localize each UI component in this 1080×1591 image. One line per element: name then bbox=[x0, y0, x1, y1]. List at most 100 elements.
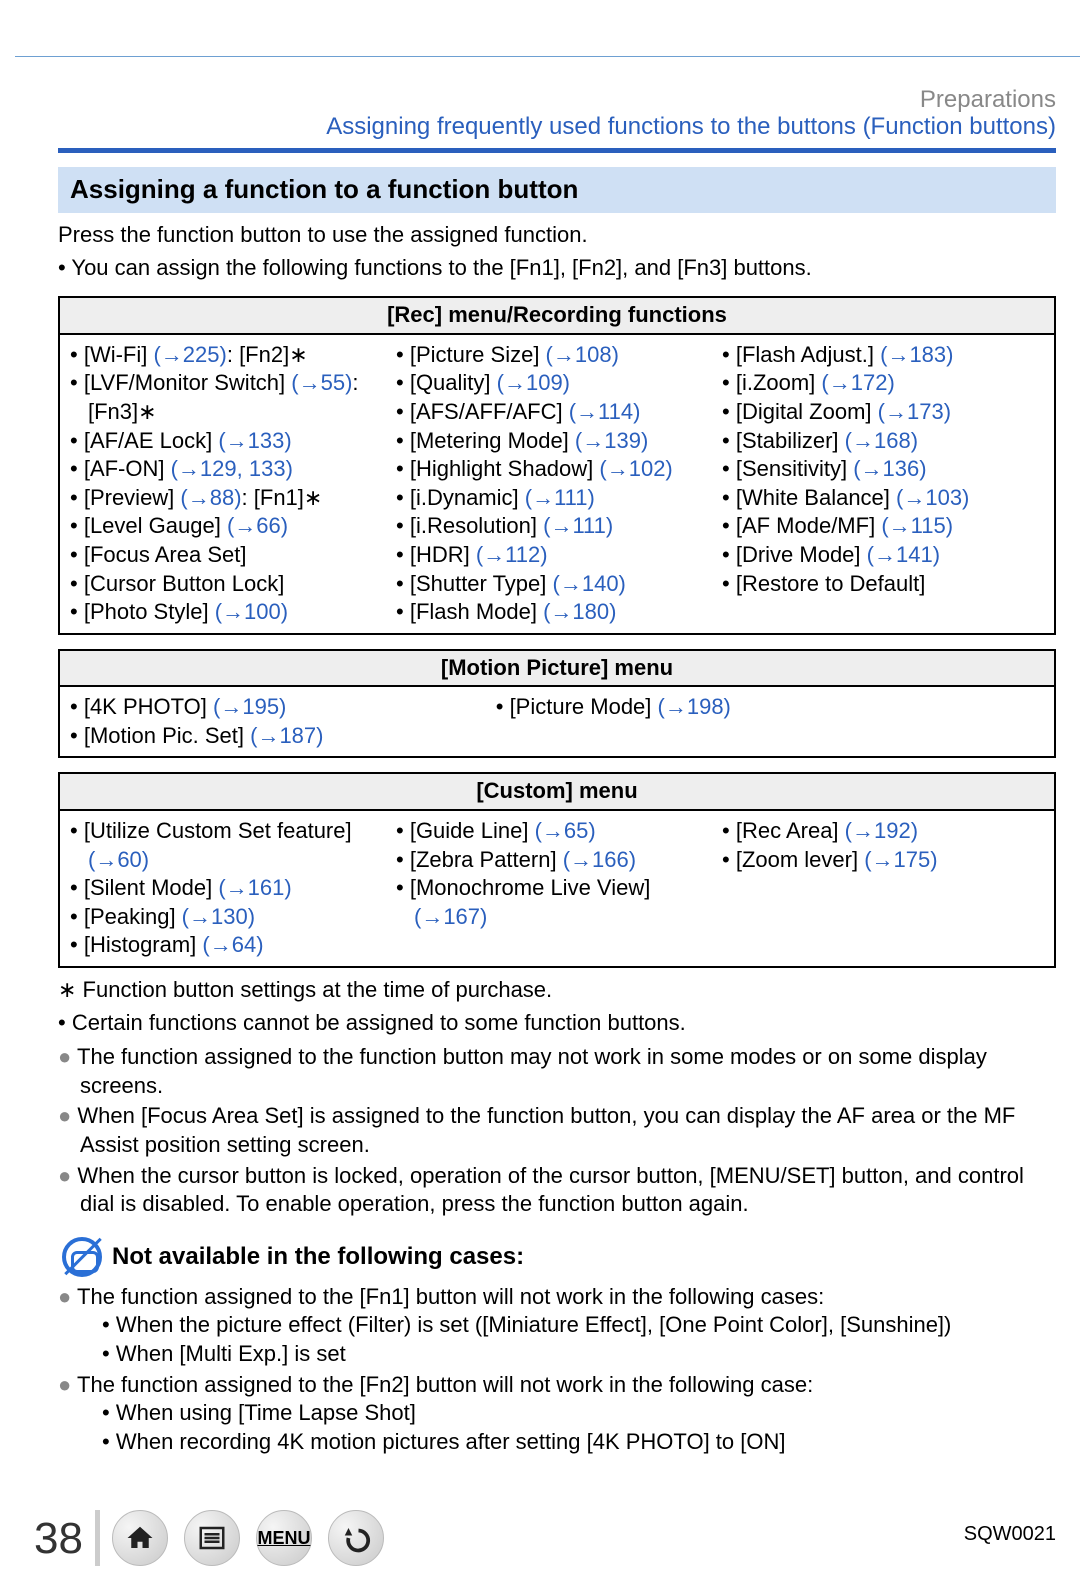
item-label: [Preview] bbox=[84, 485, 181, 510]
list-item: [Flash Mode] (→180) bbox=[396, 598, 718, 627]
page-ref-link[interactable]: (→111) bbox=[543, 513, 613, 538]
item-suffix: : [Fn2]∗ bbox=[227, 342, 308, 367]
item-label: [Utilize Custom Set feature] bbox=[84, 818, 352, 843]
back-button[interactable] bbox=[328, 1510, 384, 1566]
page-ref-link[interactable]: (→88) bbox=[180, 485, 241, 510]
page-ref-link[interactable]: (→129, 133) bbox=[171, 456, 293, 481]
item-label: [Level Gauge] bbox=[84, 513, 227, 538]
page-ref-link[interactable]: (→161) bbox=[218, 875, 291, 900]
list-item: [Zebra Pattern] (→166) bbox=[396, 846, 718, 875]
list-item: [AF Mode/MF] (→115) bbox=[722, 512, 1044, 541]
page-ref-link[interactable]: (→103) bbox=[896, 485, 969, 510]
page-ref-link[interactable]: (→133) bbox=[218, 428, 291, 453]
contents-button[interactable] bbox=[184, 1510, 240, 1566]
footnote-star: Function button settings at the time of … bbox=[58, 976, 1056, 1005]
page-ref-link[interactable]: (→65) bbox=[535, 818, 596, 843]
page-ref-link[interactable]: (→173) bbox=[878, 399, 951, 424]
item-label: [AF Mode/MF] bbox=[736, 513, 881, 538]
item-label: [Restore to Default] bbox=[736, 571, 926, 596]
note-item: When [Focus Area Set] is assigned to the… bbox=[58, 1102, 1056, 1159]
motion-menu-header: [Motion Picture] menu bbox=[59, 650, 1055, 687]
item-label: [White Balance] bbox=[736, 485, 896, 510]
list-item: [Digital Zoom] (→173) bbox=[722, 398, 1044, 427]
menu-label: MENU bbox=[257, 1527, 310, 1550]
na-item: The function assigned to the [Fn1] butto… bbox=[58, 1283, 1056, 1312]
page-ref-link[interactable]: (→60) bbox=[88, 847, 149, 872]
page-ref-link[interactable]: (→100) bbox=[215, 599, 288, 624]
not-available-icon bbox=[62, 1237, 102, 1277]
item-label: [HDR] bbox=[410, 542, 476, 567]
page-ref-link[interactable]: (→111) bbox=[525, 485, 595, 510]
page-ref-link[interactable]: (→225) bbox=[153, 342, 226, 367]
item-label: [Photo Style] bbox=[84, 599, 215, 624]
custom-menu-header: [Custom] menu bbox=[59, 773, 1055, 810]
item-label: [AF/AE Lock] bbox=[84, 428, 219, 453]
page-ref-link[interactable]: (→136) bbox=[853, 456, 926, 481]
list-item: [Histogram] (→64) bbox=[70, 931, 392, 960]
item-label: [Monochrome Live View] bbox=[410, 875, 651, 900]
list-item: [AF/AE Lock] (→133) bbox=[70, 427, 392, 456]
na-sub-item: When the picture effect (Filter) is set … bbox=[58, 1311, 1056, 1340]
list-item: [Rec Area] (→192) bbox=[722, 817, 1044, 846]
page-ref-link[interactable]: (→180) bbox=[543, 599, 616, 624]
page-ref-link[interactable]: (→115) bbox=[881, 513, 953, 538]
page-ref-link[interactable]: (→167) bbox=[414, 904, 487, 929]
list-item: [Stabilizer] (→168) bbox=[722, 427, 1044, 456]
item-label: [Motion Pic. Set] bbox=[84, 723, 250, 748]
page-ref-link[interactable]: (→102) bbox=[599, 456, 672, 481]
rec-menu-header: [Rec] menu/Recording functions bbox=[59, 297, 1055, 334]
note-item: When the cursor button is locked, operat… bbox=[58, 1162, 1056, 1219]
page-ref-link[interactable]: (→64) bbox=[202, 932, 263, 957]
na-sub-item: When using [Time Lapse Shot] bbox=[58, 1399, 1056, 1428]
section-title-link[interactable]: Assigning frequently used functions to t… bbox=[0, 111, 1056, 142]
page-ref-link[interactable]: (→140) bbox=[553, 571, 626, 596]
home-icon bbox=[125, 1523, 155, 1553]
item-label: [Silent Mode] bbox=[84, 875, 219, 900]
list-item: [Restore to Default] bbox=[722, 570, 1044, 599]
page-ref-link[interactable]: (→183) bbox=[880, 342, 953, 367]
list-item: [Quality] (→109) bbox=[396, 369, 718, 398]
page-ref-link[interactable]: (→141) bbox=[867, 542, 940, 567]
page-ref-link[interactable]: (→108) bbox=[546, 342, 619, 367]
page-ref-link[interactable]: (→168) bbox=[845, 428, 918, 453]
not-available-header: Not available in the following cases: bbox=[62, 1237, 1056, 1277]
menu-button[interactable]: MENU bbox=[256, 1510, 312, 1566]
item-label: [Cursor Button Lock] bbox=[84, 571, 285, 596]
page-ref-link[interactable]: (→195) bbox=[213, 694, 286, 719]
page-ref-link[interactable]: (→130) bbox=[182, 904, 255, 929]
back-icon bbox=[341, 1523, 371, 1553]
na-sub-item: When [Multi Exp.] is set bbox=[58, 1340, 1056, 1369]
header-category: Preparations bbox=[920, 84, 1056, 115]
motion-menu-table: [Motion Picture] menu [4K PHOTO] (→195)[… bbox=[58, 649, 1056, 759]
list-item: [Photo Style] (→100) bbox=[70, 598, 392, 627]
list-item: [Guide Line] (→65) bbox=[396, 817, 718, 846]
item-label: [Guide Line] bbox=[410, 818, 535, 843]
list-item: [Cursor Button Lock] bbox=[70, 570, 392, 599]
page-ref-link[interactable]: (→192) bbox=[845, 818, 918, 843]
page-ref-link[interactable]: (→112) bbox=[476, 542, 548, 567]
list-icon bbox=[197, 1523, 227, 1553]
item-label: [i.Resolution] bbox=[410, 513, 543, 538]
page-ref-link[interactable]: (→187) bbox=[250, 723, 323, 748]
home-button[interactable] bbox=[112, 1510, 168, 1566]
page-ref-link[interactable]: (→175) bbox=[864, 847, 937, 872]
page-ref-link[interactable]: (→55) bbox=[291, 370, 352, 395]
footnote-block: Function button settings at the time of … bbox=[58, 976, 1056, 1037]
page-ref-link[interactable]: (→66) bbox=[227, 513, 288, 538]
item-label: [Quality] bbox=[410, 370, 497, 395]
item-label: [Zebra Pattern] bbox=[410, 847, 563, 872]
intro-line: Press the function button to use the ass… bbox=[58, 221, 1056, 250]
page-ref-link[interactable]: (→114) bbox=[569, 399, 641, 424]
list-item: [Preview] (→88): [Fn1]∗ bbox=[70, 484, 392, 513]
item-label: [AFS/AFF/AFC] bbox=[410, 399, 569, 424]
page-ref-link[interactable]: (→198) bbox=[658, 694, 731, 719]
page-ref-link[interactable]: (→109) bbox=[497, 370, 570, 395]
list-item: [LVF/Monitor Switch] (→55): [Fn3]∗ bbox=[70, 369, 392, 426]
page-ref-link[interactable]: (→139) bbox=[575, 428, 648, 453]
list-item: [AF-ON] (→129, 133) bbox=[70, 455, 392, 484]
page-ref-link[interactable]: (→172) bbox=[821, 370, 894, 395]
item-label: [i.Dynamic] bbox=[410, 485, 525, 510]
page-number: 38 bbox=[34, 1510, 83, 1567]
page-ref-link[interactable]: (→166) bbox=[563, 847, 636, 872]
item-label: [Stabilizer] bbox=[736, 428, 845, 453]
